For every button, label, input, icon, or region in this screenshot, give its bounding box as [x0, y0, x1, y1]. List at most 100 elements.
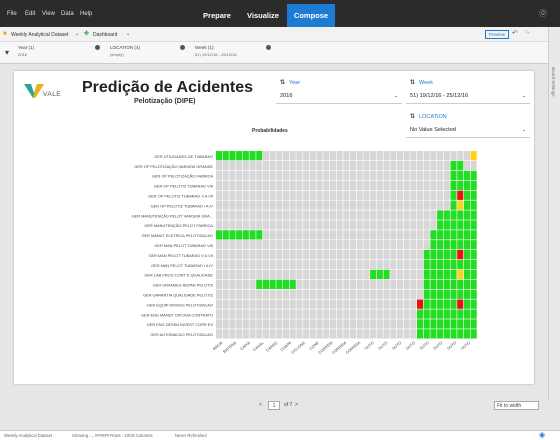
user-icon[interactable]: ◉: [539, 431, 545, 439]
heatmap-cell[interactable]: [229, 279, 236, 289]
heatmap-cell[interactable]: [323, 180, 330, 190]
heatmap-cell[interactable]: [396, 259, 403, 270]
heatmap-cell[interactable]: [329, 329, 336, 339]
heatmap-cell[interactable]: [229, 151, 236, 161]
heatmap-cell[interactable]: [316, 319, 323, 329]
heatmap-cell[interactable]: [229, 170, 236, 181]
heatmap-cell[interactable]: [249, 250, 256, 260]
heatmap-cell[interactable]: [329, 190, 336, 200]
heatmap-cell[interactable]: [283, 230, 290, 240]
heatmap-cell[interactable]: [463, 259, 470, 270]
heatmap-cell[interactable]: [262, 259, 269, 270]
heatmap-cell[interactable]: [303, 190, 310, 200]
heatmap-cell[interactable]: [309, 309, 316, 319]
heatmap-cell[interactable]: [303, 319, 310, 329]
heatmap-cell[interactable]: [222, 289, 229, 299]
heatmap-cell[interactable]: [276, 279, 283, 289]
heatmap-cell[interactable]: [236, 289, 243, 299]
heatmap-cell[interactable]: [350, 259, 357, 270]
heatmap-cell[interactable]: [262, 230, 269, 240]
heatmap-cell[interactable]: [470, 259, 477, 270]
heatmap-cell[interactable]: [437, 160, 444, 171]
heatmap-cell[interactable]: [450, 180, 457, 190]
heatmap-cell[interactable]: [276, 220, 283, 230]
heatmap-cell[interactable]: [410, 309, 417, 319]
heatmap-cell[interactable]: [410, 200, 417, 210]
heatmap-cell[interactable]: [336, 190, 343, 200]
heatmap-cell[interactable]: [370, 230, 377, 240]
heatmap-cell[interactable]: [262, 210, 269, 220]
heatmap-cell[interactable]: [463, 299, 470, 309]
chevron-down-icon[interactable]: ⌄: [75, 31, 79, 37]
heatmap-cell[interactable]: [222, 190, 229, 200]
heatmap-cell[interactable]: [370, 259, 377, 270]
heatmap-cell[interactable]: [256, 289, 263, 299]
menu-file[interactable]: File: [7, 11, 17, 17]
heatmap-cell[interactable]: [323, 170, 330, 181]
heatmap-cell[interactable]: [216, 190, 223, 200]
right-rail[interactable]: Board Settings: [548, 27, 560, 400]
heatmap-cell[interactable]: [316, 259, 323, 270]
chevron-down-icon[interactable]: ⌄: [126, 31, 130, 37]
heatmap-cell[interactable]: [289, 250, 296, 260]
heatmap-cell[interactable]: [376, 299, 383, 309]
heatmap-cell[interactable]: [376, 160, 383, 171]
heatmap-cell[interactable]: [283, 170, 290, 181]
heatmap-cell[interactable]: [370, 319, 377, 329]
heatmap-cell[interactable]: [262, 319, 269, 329]
heatmap-cell[interactable]: [289, 160, 296, 171]
heatmap-cell[interactable]: [390, 259, 397, 270]
heatmap-cell[interactable]: [329, 230, 336, 240]
heatmap-cell[interactable]: [262, 309, 269, 319]
heatmap-cell[interactable]: [329, 309, 336, 319]
heatmap-cell[interactable]: [363, 309, 370, 319]
heatmap-cell[interactable]: [457, 210, 464, 220]
heatmap-cell[interactable]: [396, 269, 403, 280]
heatmap-cell[interactable]: [242, 180, 249, 190]
heatmap-cell[interactable]: [323, 151, 330, 161]
heatmap-cell[interactable]: [303, 220, 310, 230]
heatmap-cell[interactable]: [463, 220, 470, 230]
heatmap-cell[interactable]: [470, 160, 477, 171]
heatmap-cell[interactable]: [363, 259, 370, 270]
heatmap-cell[interactable]: [423, 259, 430, 270]
heatmap-cell[interactable]: [450, 259, 457, 270]
heatmap-cell[interactable]: [343, 180, 350, 190]
heatmap-cell[interactable]: [296, 240, 303, 250]
heatmap-cell[interactable]: [450, 170, 457, 181]
heatmap-cell[interactable]: [283, 220, 290, 230]
heatmap-cell[interactable]: [470, 309, 477, 319]
heatmap-cell[interactable]: [323, 309, 330, 319]
heatmap-cell[interactable]: [256, 240, 263, 250]
heatmap-cell[interactable]: [403, 299, 410, 309]
heatmap-cell[interactable]: [457, 329, 464, 339]
heatmap-cell[interactable]: [269, 259, 276, 270]
heatmap-cell[interactable]: [430, 309, 437, 319]
heatmap-cell[interactable]: [249, 279, 256, 289]
heatmap-cell[interactable]: [336, 259, 343, 270]
heatmap-cell[interactable]: [350, 180, 357, 190]
heatmap-cell[interactable]: [403, 319, 410, 329]
heatmap-cell[interactable]: [363, 299, 370, 309]
heatmap-cell[interactable]: [363, 240, 370, 250]
heatmap-cell[interactable]: [417, 279, 424, 289]
heatmap-cell[interactable]: [417, 329, 424, 339]
heatmap-cell[interactable]: [403, 151, 410, 161]
heatmap-cell[interactable]: [396, 180, 403, 190]
heatmap-cell[interactable]: [309, 319, 316, 329]
heatmap-cell[interactable]: [262, 279, 269, 289]
heatmap-cell[interactable]: [309, 190, 316, 200]
heatmap-cell[interactable]: [289, 269, 296, 280]
heatmap-cell[interactable]: [329, 180, 336, 190]
heatmap-cell[interactable]: [423, 180, 430, 190]
heatmap-cell[interactable]: [370, 329, 377, 339]
heatmap-cell[interactable]: [463, 151, 470, 161]
heatmap-cell[interactable]: [296, 170, 303, 181]
heatmap-cell[interactable]: [390, 160, 397, 171]
heatmap-cell[interactable]: [356, 269, 363, 280]
heatmap-cell[interactable]: [470, 180, 477, 190]
heatmap-cell[interactable]: [403, 170, 410, 181]
heatmap-cell[interactable]: [303, 279, 310, 289]
heatmap-cell[interactable]: [262, 299, 269, 309]
heatmap-cell[interactable]: [450, 250, 457, 260]
